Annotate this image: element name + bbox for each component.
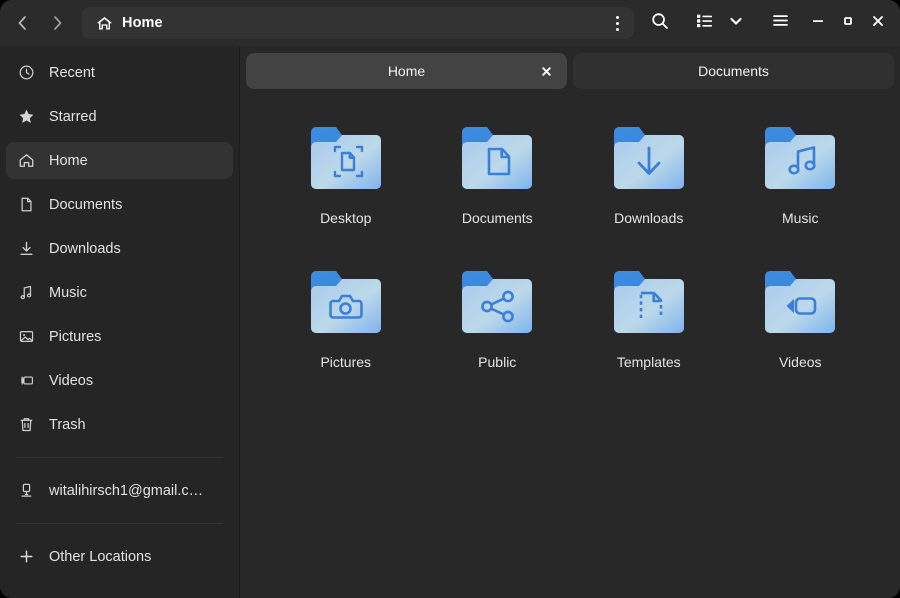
file-name: Downloads — [614, 210, 684, 226]
sidebar-item-label: Pictures — [49, 328, 102, 345]
sidebar-item-downloads[interactable]: Downloads — [6, 230, 233, 267]
star-icon — [18, 108, 40, 125]
file-item-templates[interactable]: Templates — [573, 262, 725, 406]
sidebar-item-videos[interactable]: Videos — [6, 362, 233, 399]
file-item-music[interactable]: Music — [725, 118, 877, 262]
window-controls — [804, 9, 892, 37]
path-label: Home — [122, 15, 163, 31]
file-name: Pictures — [320, 354, 372, 370]
folder-icon-public — [462, 271, 533, 333]
folder-icon-pictures — [310, 271, 381, 333]
maximize-button[interactable] — [834, 9, 862, 37]
kebab-dot — [615, 15, 619, 19]
search-button[interactable] — [644, 7, 676, 39]
tab-label: Home — [387, 63, 426, 79]
main-menu-button[interactable] — [764, 7, 796, 39]
file-item-public[interactable]: Public — [422, 262, 574, 406]
chevron-left-icon — [13, 13, 33, 33]
trash-icon — [18, 416, 40, 433]
path-bar[interactable]: Home — [82, 7, 634, 39]
hamburger-menu-icon — [771, 11, 790, 35]
tab-documents[interactable]: Documents — [573, 53, 894, 89]
sidebar-item-label: Trash — [49, 416, 86, 433]
back-button[interactable] — [6, 8, 40, 38]
file-item-videos[interactable]: Videos — [725, 262, 877, 406]
tab-close-icon[interactable] — [537, 62, 555, 80]
sidebar-item-label: Videos — [49, 372, 94, 389]
chevron-down-icon — [727, 12, 745, 35]
folder-icon-music — [765, 127, 836, 189]
minimize-icon — [810, 13, 826, 34]
kebab-dot — [615, 21, 619, 25]
view-dropdown-button[interactable] — [720, 7, 752, 39]
sidebar-item-documents[interactable]: Documents — [6, 186, 233, 223]
search-icon — [650, 11, 670, 36]
document-icon — [18, 196, 40, 213]
sidebar-item-label: Documents — [49, 196, 123, 213]
forward-button[interactable] — [40, 8, 74, 38]
file-grid: Desktop Documents Downloads Music Pictur… — [240, 90, 900, 598]
chevron-right-icon — [47, 13, 67, 33]
music-note-icon — [18, 284, 40, 301]
path-menu-button[interactable] — [604, 9, 630, 37]
sidebar-item-label: witalihirsch1@gmail.c… — [49, 482, 204, 499]
list-view-icon — [695, 11, 714, 35]
sidebar-item-pictures[interactable]: Pictures — [6, 318, 233, 355]
sidebar-item-home[interactable]: Home — [6, 142, 233, 179]
view-options-group — [688, 7, 752, 39]
file-name: Music — [781, 210, 819, 226]
home-icon — [96, 15, 113, 32]
header-bar: Home — [0, 0, 900, 46]
video-camera-icon — [18, 372, 40, 389]
sidebar-item-label: Starred — [49, 108, 97, 125]
sidebar-item-label: Other Locations — [49, 548, 152, 565]
file-name: Videos — [778, 354, 822, 370]
file-item-desktop[interactable]: Desktop — [270, 118, 422, 262]
file-name: Public — [478, 354, 517, 370]
sidebar: Recent Starred Home Documents Downloads … — [0, 46, 240, 598]
folder-icon-templates — [613, 271, 684, 333]
file-item-downloads[interactable]: Downloads — [573, 118, 725, 262]
folder-icon-desktop — [310, 127, 381, 189]
network-drive-icon — [18, 482, 40, 499]
sidebar-item-recent[interactable]: Recent — [6, 54, 233, 91]
sidebar-item-label: Downloads — [49, 240, 121, 257]
folder-icon-videos — [765, 271, 836, 333]
plus-icon — [18, 548, 40, 565]
file-manager-window: Home Recent Starred Home Documents Downl… — [0, 0, 900, 598]
folder-icon-downloads — [613, 127, 684, 189]
window-body: Recent Starred Home Documents Downloads … — [0, 46, 900, 598]
main-content: Home Documents Desktop Documents Downloa… — [240, 46, 900, 598]
sidebar-divider — [16, 457, 223, 458]
file-name: Templates — [616, 354, 681, 370]
tab-home[interactable]: Home — [246, 53, 567, 89]
clock-icon — [18, 64, 40, 81]
list-view-button[interactable] — [688, 7, 720, 39]
download-icon — [18, 240, 40, 257]
sidebar-item-account[interactable]: witalihirsch1@gmail.c… — [6, 472, 233, 509]
sidebar-divider — [16, 523, 223, 524]
kebab-dot — [615, 27, 619, 31]
image-icon — [18, 328, 40, 345]
file-item-pictures[interactable]: Pictures — [270, 262, 422, 406]
sidebar-item-label: Home — [49, 152, 88, 169]
minimize-button[interactable] — [804, 9, 832, 37]
sidebar-item-starred[interactable]: Starred — [6, 98, 233, 135]
file-item-documents[interactable]: Documents — [422, 118, 574, 262]
sidebar-item-label: Music — [49, 284, 87, 301]
sidebar-item-label: Recent — [49, 64, 95, 81]
sidebar-item-other-locations[interactable]: Other Locations — [6, 538, 233, 575]
file-name: Desktop — [320, 210, 372, 226]
sidebar-item-music[interactable]: Music — [6, 274, 233, 311]
maximize-icon — [840, 13, 856, 34]
home-icon — [18, 152, 40, 169]
sidebar-item-trash[interactable]: Trash — [6, 406, 233, 443]
close-icon — [870, 13, 886, 34]
close-button[interactable] — [864, 9, 892, 37]
file-name: Documents — [461, 210, 533, 226]
tab-bar: Home Documents — [240, 46, 900, 90]
tab-label: Documents — [698, 63, 769, 79]
folder-icon-documents — [462, 127, 533, 189]
